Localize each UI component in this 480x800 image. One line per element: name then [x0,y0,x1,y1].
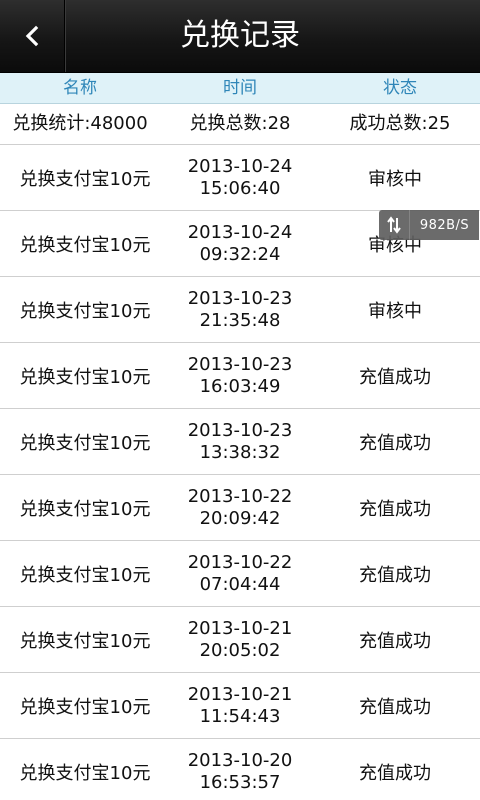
record-datetime: 2013-10-21 20:05:02 [170,618,310,662]
back-arrow-icon [25,25,39,47]
network-speed-value: 982B/S [419,217,470,233]
total-points: 兑换统计:48000 [12,113,148,134]
column-time-label: 时间 [223,78,257,98]
record-row[interactable]: 兑换支付宝10元 2013-10-22 20:09:42 充值成功 [0,475,480,541]
record-datetime: 2013-10-24 09:32:24 [170,222,310,266]
record-time: 11:54:43 [199,705,281,727]
record-row[interactable]: 兑换支付宝10元 2013-10-21 20:05:02 充值成功 [0,607,480,673]
record-name: 兑换支付宝10元 [19,498,151,520]
record-date: 2013-10-21 [187,617,293,639]
record-name: 兑换支付宝10元 [19,696,151,718]
record-status: 审核中 [368,300,422,322]
record-name: 兑换支付宝10元 [19,234,151,256]
record-name: 兑换支付宝10元 [19,300,151,322]
record-date: 2013-10-22 [187,551,293,573]
record-date: 2013-10-24 [187,221,293,243]
record-date: 2013-10-22 [187,485,293,507]
record-time: 21:35:48 [199,309,281,331]
record-row[interactable]: 兑换支付宝10元 2013-10-23 21:35:48 审核中 [0,277,480,343]
up-down-arrows-icon [379,210,410,240]
exchange-records-screen: 兑换记录 名称 时间 状态 兑换统计:48000 兑换总数:28 成功总数:25… [0,0,480,800]
record-time: 15:06:40 [199,177,281,199]
record-row[interactable]: 兑换支付宝10元 2013-10-20 16:53:57 充值成功 [0,739,480,800]
column-header: 名称 时间 状态 [0,73,480,104]
column-status-label: 状态 [383,78,417,98]
record-name: 兑换支付宝10元 [19,168,151,190]
record-time: 16:03:49 [199,375,281,397]
record-datetime: 2013-10-21 11:54:43 [170,684,310,728]
record-date: 2013-10-23 [187,419,293,441]
record-date: 2013-10-23 [187,287,293,309]
success-count: 成功总数:25 [349,113,451,134]
record-date: 2013-10-23 [187,353,293,375]
record-time: 20:05:02 [199,639,281,661]
record-name: 兑换支付宝10元 [19,630,151,652]
record-time: 20:09:42 [199,507,281,529]
record-status: 充值成功 [359,432,431,454]
record-status: 充值成功 [359,630,431,652]
record-datetime: 2013-10-23 21:35:48 [170,288,310,332]
record-name: 兑换支付宝10元 [19,564,151,586]
page-title: 兑换记录 [180,18,300,53]
record-datetime: 2013-10-22 07:04:44 [170,552,310,596]
records-list[interactable]: 兑换支付宝10元 2013-10-24 15:06:40 审核中 兑换支付宝10… [0,145,480,800]
record-row[interactable]: 兑换支付宝10元 2013-10-23 13:38:32 充值成功 [0,409,480,475]
summary-row: 兑换统计:48000 兑换总数:28 成功总数:25 [0,104,480,145]
record-status: 充值成功 [359,762,431,784]
record-status: 充值成功 [359,696,431,718]
record-status: 审核中 [368,168,422,190]
record-row[interactable]: 兑换支付宝10元 2013-10-22 07:04:44 充值成功 [0,541,480,607]
record-status: 充值成功 [359,366,431,388]
record-time: 07:04:44 [199,573,281,595]
record-status: 充值成功 [359,498,431,520]
record-name: 兑换支付宝10元 [19,366,151,388]
record-datetime: 2013-10-20 16:53:57 [170,750,310,794]
record-time: 16:53:57 [199,771,281,793]
record-name: 兑换支付宝10元 [19,432,151,454]
record-date: 2013-10-20 [187,749,293,771]
record-date: 2013-10-24 [187,155,293,177]
record-datetime: 2013-10-22 20:09:42 [170,486,310,530]
record-datetime: 2013-10-24 15:06:40 [170,156,310,200]
back-button[interactable] [0,0,64,72]
record-status: 充值成功 [359,564,431,586]
record-row[interactable]: 兑换支付宝10元 2013-10-23 16:03:49 充值成功 [0,343,480,409]
record-datetime: 2013-10-23 13:38:32 [170,420,310,464]
record-time: 09:32:24 [199,243,281,265]
record-row[interactable]: 兑换支付宝10元 2013-10-21 11:54:43 充值成功 [0,673,480,739]
record-date: 2013-10-21 [187,683,293,705]
network-speed-overlay[interactable]: 982B/S [379,210,479,240]
record-datetime: 2013-10-23 16:03:49 [170,354,310,398]
record-name: 兑换支付宝10元 [19,762,151,784]
column-name-label: 名称 [63,78,97,98]
record-row[interactable]: 兑换支付宝10元 2013-10-24 15:06:40 审核中 [0,145,480,211]
title-bar: 兑换记录 [0,0,480,73]
total-count: 兑换总数:28 [189,113,291,134]
record-time: 13:38:32 [199,441,281,463]
